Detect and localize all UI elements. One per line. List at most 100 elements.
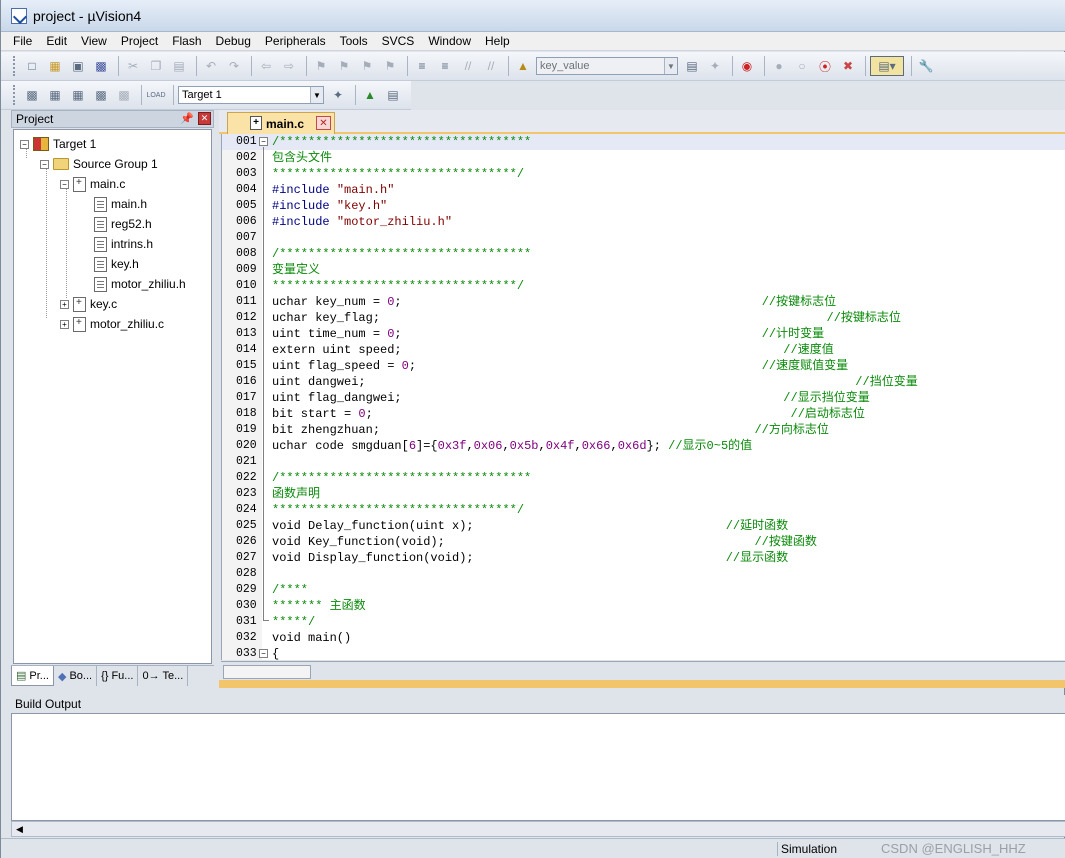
menu-project[interactable]: Project xyxy=(121,34,158,48)
bookmark-prev-icon[interactable]: ⚑ xyxy=(334,56,354,76)
copy-icon[interactable]: ❐ xyxy=(146,56,166,76)
code-line[interactable]: 007 xyxy=(222,230,1065,246)
code-line[interactable]: 022 /*********************************** xyxy=(222,470,1065,486)
stop-build-icon[interactable]: ▩ xyxy=(114,85,134,105)
tree-item-target[interactable]: − Target 1 xyxy=(20,134,96,154)
collapse-icon[interactable]: − xyxy=(60,179,69,189)
expand-icon[interactable]: + xyxy=(60,319,69,329)
bookmark-clear-icon[interactable]: ⚑ xyxy=(380,56,400,76)
breakpoint-disable-all-icon[interactable]: ⦿ xyxy=(815,56,835,76)
toolbar-grip[interactable] xyxy=(13,85,16,105)
target-combo[interactable]: Target 1 ▼ xyxy=(178,86,324,104)
window-layout-icon[interactable]: ▤▾ xyxy=(870,56,904,76)
redo-icon[interactable]: ↷ xyxy=(224,56,244,76)
tab-templates[interactable]: 0→ Te... xyxy=(138,666,189,686)
menu-view[interactable]: View xyxy=(81,34,107,48)
pin-icon[interactable]: 📌 xyxy=(180,112,194,125)
bookmark-toggle-icon[interactable]: ⚑ xyxy=(311,56,331,76)
tree-item-key-c[interactable]: + key.c xyxy=(60,294,117,314)
code-line[interactable]: 005 #include "key.h" xyxy=(222,198,1065,214)
batch-build-icon[interactable]: ▩ xyxy=(91,85,111,105)
scrollbar-thumb[interactable] xyxy=(223,665,311,679)
code-line[interactable]: 010 **********************************/ xyxy=(222,278,1065,294)
expand-icon[interactable]: + xyxy=(60,299,69,309)
editor-tab-main-c[interactable]: + main.c ✕ xyxy=(227,112,335,134)
code-line[interactable]: 026 void Key_function(void); //按键函数 xyxy=(222,534,1065,550)
code-line[interactable]: 002 包含头文件 xyxy=(222,150,1065,166)
paste-icon[interactable]: ▤ xyxy=(169,56,189,76)
code-line[interactable]: 016 uint dangwei; //挡位变量 xyxy=(222,374,1065,390)
horizontal-scrollbar[interactable] xyxy=(221,661,1065,681)
tree-item-header-file[interactable]: key.h xyxy=(94,254,139,274)
build-output-pane[interactable] xyxy=(11,713,1065,821)
code-line[interactable]: 001/*********************************** xyxy=(222,134,1065,150)
tab-project[interactable]: ▤ Pr... xyxy=(11,666,54,686)
code-line[interactable]: 014 extern uint speed; //速度值 xyxy=(222,342,1065,358)
code-line[interactable]: 008 /*********************************** xyxy=(222,246,1065,262)
close-icon[interactable]: ✕ xyxy=(198,112,211,125)
indent-icon[interactable]: ≡ xyxy=(412,56,432,76)
menu-flash[interactable]: Flash xyxy=(172,34,201,48)
target-options-icon[interactable]: ✦ xyxy=(328,85,348,105)
fold-toggle-icon[interactable]: − xyxy=(259,137,268,146)
menu-window[interactable]: Window xyxy=(428,34,471,48)
tree-item-main-c[interactable]: − main.c xyxy=(60,174,125,194)
nav-forward-icon[interactable]: ⇨ xyxy=(279,56,299,76)
comment-icon[interactable]: // xyxy=(458,56,478,76)
nav-back-icon[interactable]: ⇦ xyxy=(256,56,276,76)
code-line[interactable]: 009 变量定义 xyxy=(222,262,1065,278)
breakpoint-enable-icon[interactable]: ○ xyxy=(792,56,812,76)
find-icon[interactable]: ▤ xyxy=(682,56,702,76)
code-line[interactable]: 032 void main() xyxy=(222,630,1065,646)
configure-wrench-icon[interactable]: 🔧 xyxy=(916,56,936,76)
code-line[interactable]: 017 uint flag_dangwei; //显示挡位变量 xyxy=(222,390,1065,406)
translate-icon[interactable]: ▩ xyxy=(22,85,42,105)
save-icon[interactable]: ▣ xyxy=(68,56,88,76)
chevron-down-icon[interactable]: ▼ xyxy=(310,87,323,103)
close-tab-icon[interactable]: ✕ xyxy=(316,116,331,130)
rebuild-icon[interactable]: ▦ xyxy=(68,85,88,105)
tab-books[interactable]: ◆ Bo... xyxy=(54,666,98,686)
manage-components-icon[interactable]: ▲ xyxy=(360,85,380,105)
toolbar-grip[interactable] xyxy=(13,56,16,76)
download-icon[interactable]: LOAD xyxy=(146,85,166,105)
save-all-icon[interactable]: ▩ xyxy=(91,56,111,76)
tree-item-motor-c[interactable]: + motor_zhiliu.c xyxy=(60,314,164,334)
code-line[interactable]: 003 **********************************/ xyxy=(222,166,1065,182)
menu-svcs[interactable]: SVCS xyxy=(382,34,415,48)
code-line[interactable]: 019 bit zhengzhuan; //方向标志位 xyxy=(222,422,1065,438)
breakpoint-insert-icon[interactable]: ● xyxy=(769,56,789,76)
tree-item-header-file[interactable]: reg52.h xyxy=(94,214,152,234)
select-packs-icon[interactable]: ▤ xyxy=(383,85,403,105)
cut-icon[interactable]: ✂ xyxy=(123,56,143,76)
code-line[interactable]: 004 #include "main.h" xyxy=(222,182,1065,198)
build-output-scrollbar[interactable]: ◀ xyxy=(11,821,1065,837)
code-line[interactable]: 023 函数声明 xyxy=(222,486,1065,502)
debug-session-icon[interactable]: ◉ xyxy=(737,56,757,76)
code-line[interactable]: 020 uchar code smgduan[6]={0x3f,0x06,0x5b… xyxy=(222,438,1065,454)
bookmark-next-icon[interactable]: ⚑ xyxy=(357,56,377,76)
menu-peripherals[interactable]: Peripherals xyxy=(265,34,326,48)
chevron-down-icon[interactable]: ▼ xyxy=(664,58,677,74)
code-line[interactable]: 031 *****/ xyxy=(222,614,1065,630)
code-line[interactable]: 027 void Display_function(void); //显示函数 xyxy=(222,550,1065,566)
code-line[interactable]: 013 uint time_num = 0; //计时变量 xyxy=(222,326,1065,342)
menu-file[interactable]: File xyxy=(13,34,32,48)
code-line[interactable]: 033{ xyxy=(222,646,1065,660)
tree-item-source-group[interactable]: − Source Group 1 xyxy=(40,154,158,174)
menu-edit[interactable]: Edit xyxy=(46,34,67,48)
code-line[interactable]: 021 xyxy=(222,454,1065,470)
collapse-icon[interactable]: − xyxy=(20,139,29,149)
code-line[interactable]: 030 ******* 主函数 xyxy=(222,598,1065,614)
code-line[interactable]: 024 **********************************/ xyxy=(222,502,1065,518)
find-combo[interactable]: key_value ▼ xyxy=(536,57,678,75)
breakpoint-kill-all-icon[interactable]: ✖ xyxy=(838,56,858,76)
code-line[interactable]: 011 uchar key_num = 0; //按键标志位 xyxy=(222,294,1065,310)
find-in-files-icon[interactable]: ▲ xyxy=(513,56,533,76)
incremental-find-icon[interactable]: ✦ xyxy=(705,56,725,76)
menu-debug[interactable]: Debug xyxy=(216,34,251,48)
build-icon[interactable]: ▦ xyxy=(45,85,65,105)
code-line[interactable]: 028 xyxy=(222,566,1065,582)
menu-tools[interactable]: Tools xyxy=(340,34,368,48)
code-line[interactable]: 006 #include "motor_zhiliu.h" xyxy=(222,214,1065,230)
